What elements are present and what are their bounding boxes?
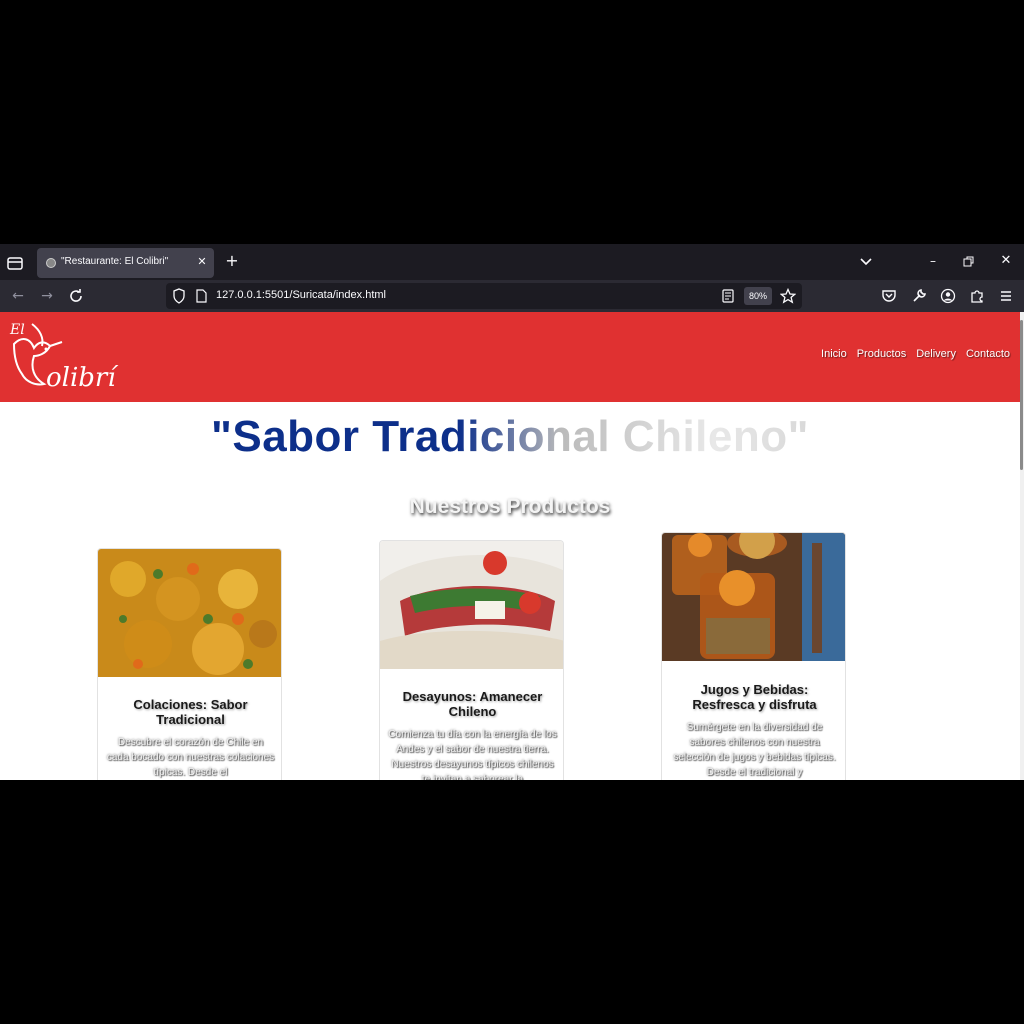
- tab-bar: "Restaurante: El Colibri" ✕ + – ✕: [0, 244, 1024, 280]
- svg-text:El: El: [9, 322, 25, 338]
- chevron-down-icon[interactable]: [858, 255, 874, 269]
- browser-tab[interactable]: "Restaurante: El Colibri" ✕: [37, 248, 214, 278]
- tab-list-icon[interactable]: [4, 252, 26, 274]
- reload-icon[interactable]: [68, 288, 84, 304]
- el-colibri-logo[interactable]: El olibrí: [4, 316, 138, 398]
- restore-icon[interactable]: [962, 255, 976, 269]
- page-icon[interactable]: [196, 289, 207, 303]
- account-icon[interactable]: [940, 288, 956, 304]
- nav-link-productos[interactable]: Productos: [857, 348, 907, 360]
- shield-icon[interactable]: [172, 288, 186, 304]
- forward-arrow-icon[interactable]: →: [39, 288, 55, 304]
- section-title: Nuestros Productos: [409, 495, 611, 518]
- page-scrollbar[interactable]: [1020, 312, 1024, 780]
- back-arrow-icon[interactable]: ←: [10, 288, 26, 304]
- desayunos-sandwich-image: [380, 541, 563, 669]
- hero-title: "Sabor Tradicional Chileno": [0, 412, 1020, 462]
- card-description: Descubre el corazón de Chile en cada boc…: [106, 737, 275, 778]
- address-bar[interactable]: 127.0.0.1:5501/Suricata/index.html 80%: [166, 283, 802, 309]
- navigation-toolbar: ← → 127.0.0.1:5501/Suricata/index.html 8…: [0, 280, 1024, 312]
- window-close-icon[interactable]: ✕: [999, 254, 1013, 268]
- card-description: Sumérgete en la diversidad de sabores ch…: [673, 722, 836, 778]
- favicon-icon: [46, 258, 56, 268]
- product-card-colaciones[interactable]: Colaciones: Sabor Tradicional Descubre e…: [97, 548, 282, 780]
- minimize-icon[interactable]: –: [926, 254, 940, 268]
- url-text[interactable]: 127.0.0.1:5501/Suricata/index.html: [216, 289, 386, 301]
- close-tab-icon[interactable]: ✕: [195, 255, 209, 269]
- colaciones-food-image: [98, 549, 281, 677]
- page-viewport: El olibrí Inicio Productos Delivery Cont…: [0, 312, 1024, 780]
- nav-link-delivery[interactable]: Delivery: [916, 348, 956, 360]
- card-title: Colaciones: Sabor Tradicional: [133, 697, 248, 727]
- card-title: Jugos y Bebidas: Resfresca y disfruta: [692, 682, 817, 712]
- site-navigation: Inicio Productos Delivery Contacto: [821, 348, 1010, 360]
- reader-view-icon[interactable]: [722, 289, 734, 303]
- extensions-icon[interactable]: [969, 288, 985, 304]
- product-card-jugos[interactable]: Jugos y Bebidas: Resfresca y disfruta Su…: [661, 532, 846, 780]
- tab-title: "Restaurante: El Colibri": [61, 256, 169, 267]
- browser-window: "Restaurante: El Colibri" ✕ + – ✕ ← → 12…: [0, 244, 1024, 780]
- product-card-desayunos[interactable]: Desayunos: Amanecer Chileno Comienza tu …: [379, 540, 564, 780]
- wrench-icon[interactable]: [911, 288, 927, 304]
- site-header: El olibrí Inicio Productos Delivery Cont…: [0, 312, 1020, 402]
- zoom-level[interactable]: 80%: [744, 287, 772, 305]
- svg-text:olibrí: olibrí: [46, 363, 119, 393]
- scrollbar-thumb[interactable]: [1020, 320, 1023, 470]
- new-tab-icon[interactable]: +: [224, 253, 240, 269]
- hamburger-menu-icon[interactable]: [998, 288, 1014, 304]
- nav-link-contacto[interactable]: Contacto: [966, 348, 1010, 360]
- card-description: Comienza tu día con la energía de los An…: [388, 729, 557, 780]
- jugos-bebidas-image: [662, 533, 845, 661]
- card-title: Desayunos: Amanecer Chileno: [402, 689, 543, 719]
- pocket-icon[interactable]: [881, 288, 897, 304]
- nav-link-inicio[interactable]: Inicio: [821, 348, 847, 360]
- bookmark-star-icon[interactable]: [780, 288, 796, 304]
